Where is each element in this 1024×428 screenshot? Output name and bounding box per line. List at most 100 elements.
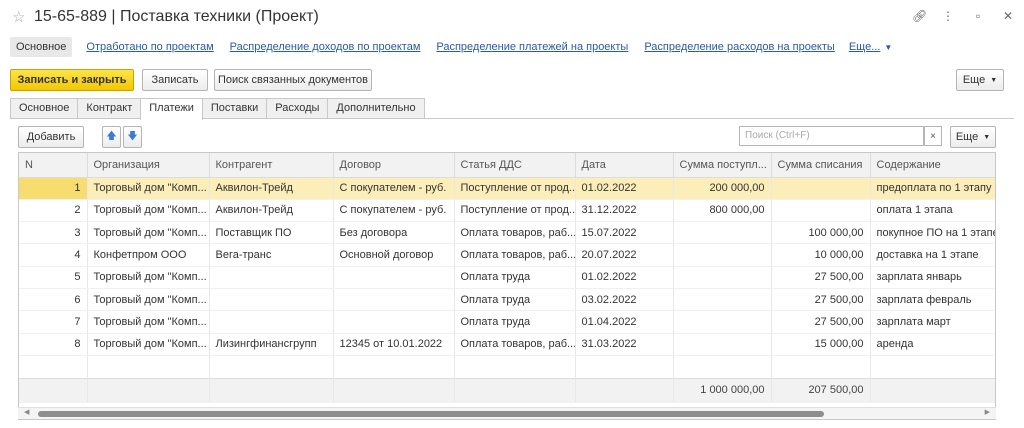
- table-cell[interactable]: 01.02.2022: [575, 177, 674, 200]
- scroll-right-icon[interactable]: ▶: [985, 408, 990, 416]
- column-header[interactable]: Договор: [333, 153, 455, 178]
- table-cell[interactable]: [673, 310, 772, 334]
- table-cell[interactable]: Торговый дом "Комп...: [87, 310, 210, 334]
- table-cell[interactable]: 15.07.2022: [575, 221, 674, 245]
- tab-deliveries[interactable]: Поставки: [201, 98, 268, 119]
- nav-more-link[interactable]: Еще...: [849, 41, 881, 53]
- table-cell[interactable]: Поставщик ПО: [209, 221, 334, 245]
- table-cell[interactable]: [333, 310, 455, 334]
- nav-link-payment-distribution[interactable]: Распределение платежей на проекты: [436, 41, 628, 53]
- save-button[interactable]: Записать: [142, 69, 208, 91]
- table-cell[interactable]: Поступление от прод...: [454, 199, 576, 223]
- more-actions-button[interactable]: Еще ▼: [956, 69, 1004, 91]
- horizontal-scrollbar[interactable]: ◀ ▶: [18, 407, 996, 419]
- table-cell[interactable]: [673, 243, 772, 267]
- table-cell[interactable]: 31.12.2022: [575, 199, 674, 223]
- table-cell[interactable]: [673, 333, 772, 356]
- table-cell[interactable]: [771, 199, 871, 223]
- table-cell[interactable]: [333, 266, 455, 289]
- table-row[interactable]: 1 Торговый дом "Комп... Аквилон-Трейд С пок…: [19, 177, 995, 200]
- table-cell[interactable]: Оплата товаров, раб...: [454, 243, 576, 267]
- add-row-button[interactable]: Добавить: [18, 126, 84, 148]
- move-up-icon[interactable]: 🡅: [102, 126, 121, 148]
- table-cell[interactable]: Оплата труда: [454, 310, 576, 334]
- table-cell[interactable]: 800 000,00: [673, 199, 772, 223]
- more-menu-icon[interactable]: ⋮: [942, 9, 954, 23]
- table-cell[interactable]: Конфетпром ООО: [87, 243, 210, 267]
- table-cell[interactable]: Торговый дом "Комп...: [87, 221, 210, 245]
- table-row[interactable]: 3 Торговый дом "Комп... Поставщик ПО Без до…: [19, 221, 995, 245]
- tab-expenses[interactable]: Расходы: [266, 98, 329, 119]
- table-cell[interactable]: Торговый дом "Комп...: [87, 177, 210, 200]
- table-cell[interactable]: 03.02.2022: [575, 288, 674, 312]
- table-cell[interactable]: [209, 266, 334, 289]
- table-cell[interactable]: 01.04.2022: [575, 310, 674, 334]
- table-cell[interactable]: С покупателем - руб.: [333, 199, 455, 223]
- table-cell[interactable]: Оплата труда: [454, 288, 576, 312]
- table-cell[interactable]: предоплата по 1 этапу: [870, 177, 995, 200]
- clear-search-icon[interactable]: ×: [924, 126, 942, 146]
- table-cell[interactable]: С покупателем - руб.: [333, 177, 455, 200]
- column-header[interactable]: Организация: [87, 153, 210, 178]
- table-cell[interactable]: [673, 266, 772, 289]
- table-cell[interactable]: Торговый дом "Комп...: [87, 266, 210, 289]
- table-cell[interactable]: Вега-транс: [209, 243, 334, 267]
- table-row[interactable]: 2 Торговый дом "Комп... Аквилон-Трейд С пок…: [19, 199, 995, 223]
- save-and-close-button[interactable]: Записать и закрыть: [10, 69, 134, 91]
- table-cell[interactable]: [209, 288, 334, 312]
- link-icon[interactable]: 🔗︎: [912, 9, 927, 23]
- minimize-icon[interactable]: ▫: [972, 9, 984, 23]
- table-row[interactable]: 5 Торговый дом "Комп... Оплата труда 01.02.…: [19, 266, 995, 289]
- table-cell[interactable]: 7: [19, 310, 88, 334]
- nav-more-dropdown-icon[interactable]: ▼: [884, 43, 892, 52]
- tab-additional[interactable]: Дополнительно: [327, 98, 425, 119]
- table-cell[interactable]: 27 500,00: [771, 266, 871, 289]
- table-cell[interactable]: [771, 177, 871, 200]
- table-row[interactable]: 4 Конфетпром ООО Вега-транс Основной догово…: [19, 243, 995, 267]
- table-more-button[interactable]: Еще ▼: [950, 126, 996, 148]
- table-cell[interactable]: Аквилон-Трейд: [209, 177, 334, 200]
- table-cell[interactable]: 5: [19, 266, 88, 289]
- favorite-star-icon[interactable]: ☆: [12, 8, 25, 26]
- tab-payments[interactable]: Платежи: [140, 98, 203, 120]
- table-row[interactable]: 8 Торговый дом "Комп... Лизингфинансгрупп 1…: [19, 333, 995, 356]
- table-cell[interactable]: 15 000,00: [771, 333, 871, 356]
- table-cell[interactable]: Без договора: [333, 221, 455, 245]
- table-cell[interactable]: 01.02.2022: [575, 266, 674, 289]
- scrollbar-thumb[interactable]: [38, 411, 824, 417]
- close-icon[interactable]: ✕: [1002, 9, 1014, 23]
- table-cell[interactable]: Торговый дом "Комп...: [87, 199, 210, 223]
- column-header[interactable]: Сумма списания: [771, 153, 871, 178]
- nav-item-main[interactable]: Основное: [10, 37, 73, 57]
- column-header[interactable]: N: [19, 153, 88, 178]
- nav-link-worked-by-projects[interactable]: Отработано по проектам: [86, 41, 213, 53]
- scroll-left-icon[interactable]: ◀: [24, 408, 29, 416]
- table-cell[interactable]: 20.07.2022: [575, 243, 674, 267]
- table-cell[interactable]: 10 000,00: [771, 243, 871, 267]
- table-cell[interactable]: 100 000,00: [771, 221, 871, 245]
- table-cell[interactable]: зарплата февраль: [870, 288, 995, 312]
- table-cell[interactable]: зарплата март: [870, 310, 995, 334]
- table-cell[interactable]: 1: [19, 177, 88, 200]
- column-header[interactable]: Содержание: [870, 153, 995, 178]
- table-cell[interactable]: [333, 288, 455, 312]
- table-cell[interactable]: Торговый дом "Комп...: [87, 333, 210, 356]
- table-cell[interactable]: 12345 от 10.01.2022: [333, 333, 455, 356]
- table-cell[interactable]: 2: [19, 199, 88, 223]
- table-cell[interactable]: Поступление от прод...: [454, 177, 576, 200]
- table-cell[interactable]: Аквилон-Трейд: [209, 199, 334, 223]
- table-cell[interactable]: 3: [19, 221, 88, 245]
- table-row[interactable]: 6 Торговый дом "Комп... Оплата труда 03.02.…: [19, 288, 995, 312]
- column-header[interactable]: Контрагент: [209, 153, 334, 178]
- nav-link-income-distribution[interactable]: Распределение доходов по проектам: [230, 41, 421, 53]
- table-cell[interactable]: 27 500,00: [771, 288, 871, 312]
- table-cell[interactable]: Оплата товаров, раб...: [454, 221, 576, 245]
- table-cell[interactable]: Лизингфинансгрупп: [209, 333, 334, 356]
- table-cell[interactable]: зарплата январь: [870, 266, 995, 289]
- nav-link-expense-distribution[interactable]: Распределение расходов на проекты: [644, 41, 835, 53]
- move-down-icon[interactable]: 🡇: [123, 126, 142, 148]
- table-cell[interactable]: 200 000,00: [673, 177, 772, 200]
- table-cell[interactable]: Основной договор: [333, 243, 455, 267]
- table-cell[interactable]: аренда: [870, 333, 995, 356]
- table-cell[interactable]: [209, 310, 334, 334]
